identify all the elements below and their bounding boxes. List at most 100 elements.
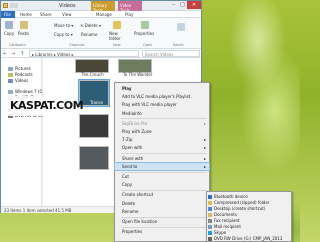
menu-item-label: Play with Zune bbox=[122, 129, 152, 134]
copy-to-button[interactable]: Copy to ▾ bbox=[54, 32, 73, 37]
video-thumbnail[interactable] bbox=[79, 114, 109, 138]
tab-file[interactable]: File bbox=[1, 11, 15, 18]
back-arrow-icon[interactable]: ← bbox=[3, 51, 7, 57]
menu-item-label: Fax recipient bbox=[214, 217, 240, 223]
search-input[interactable]: Search Videos bbox=[142, 50, 200, 57]
submenu-arrow-icon: ▸ bbox=[203, 120, 206, 126]
context-menu-item[interactable]: Open file location bbox=[115, 218, 209, 226]
sidebar-item-label: Podcasts bbox=[15, 72, 33, 77]
tab-view[interactable]: View bbox=[62, 12, 72, 17]
maximize-button[interactable]: □ bbox=[178, 1, 187, 9]
submenu-arrow-icon: ▸ bbox=[203, 155, 206, 161]
menu-item-label: Bluetooth device bbox=[214, 193, 248, 199]
window-controls: – □ ✕ bbox=[169, 1, 201, 9]
menu-item-label: Send to bbox=[122, 163, 138, 169]
send-to-target-icon bbox=[208, 200, 212, 205]
context-menu-item[interactable]: Send to ▸ bbox=[114, 161, 210, 172]
context-menu-item[interactable]: Add to VLC media player's Playlist bbox=[115, 93, 209, 101]
menu-item-label: Open with bbox=[122, 145, 143, 151]
navigation-pane: PicturesPodcastsVideosWindows 7 (C:)RecM… bbox=[1, 58, 60, 206]
tab-share[interactable]: Share bbox=[40, 12, 52, 17]
rename-button[interactable]: Rename bbox=[81, 32, 97, 37]
menu-item-label: Desktop (create shortcut) bbox=[214, 205, 266, 211]
paste-button[interactable]: Paste bbox=[18, 31, 29, 36]
send-to-item[interactable]: Fax recipient bbox=[207, 218, 291, 224]
quick-access-toolbar[interactable] bbox=[10, 3, 18, 8]
drive-folder-icon bbox=[8, 79, 13, 83]
sidebar-item[interactable]: Windows 7 (C:) bbox=[8, 89, 45, 94]
context-menu-item[interactable]: Play with VLC media player bbox=[115, 101, 209, 109]
menu-item-label: 7-Zip bbox=[122, 137, 133, 143]
copy-button[interactable]: Copy bbox=[4, 31, 14, 36]
submenu-arrow-icon: ▸ bbox=[203, 163, 206, 169]
video-thumbnail[interactable] bbox=[79, 146, 109, 170]
menu-item-label: Documents bbox=[214, 211, 237, 217]
menu-item-label: Properties bbox=[122, 229, 143, 235]
menu-item-label: Open file location bbox=[122, 219, 158, 224]
file-name-selected[interactable]: Trance bbox=[90, 100, 103, 105]
menu-item-label: Delete bbox=[122, 200, 136, 206]
send-to-item[interactable]: Compressed (zipped) folder bbox=[207, 200, 291, 206]
library-tools-tab[interactable]: Library Tools bbox=[91, 1, 115, 13]
menu-item-label: Mail recipient bbox=[214, 224, 241, 229]
menu-item-label: Skype bbox=[214, 230, 227, 236]
video-thumbnail[interactable] bbox=[118, 59, 152, 73]
context-menu-item[interactable]: Copy bbox=[115, 181, 209, 189]
send-to-item[interactable]: Bluetooth device bbox=[207, 194, 291, 200]
new-folder-button[interactable]: New folder bbox=[109, 31, 127, 41]
send-to-item[interactable]: Documents bbox=[207, 212, 291, 218]
menu-item-label: Play bbox=[122, 86, 132, 91]
tab-play[interactable]: Play bbox=[125, 12, 133, 17]
organize-group-label: Organize bbox=[69, 43, 85, 47]
up-arrow-icon[interactable]: ↑ bbox=[20, 51, 24, 57]
kaspat-watermark: KASPAT.COM bbox=[10, 99, 84, 112]
tab-home[interactable]: Home bbox=[20, 12, 32, 17]
context-menu-item[interactable]: Share with ▸ bbox=[115, 155, 209, 163]
drive-folder-icon bbox=[8, 73, 13, 77]
context-menu-item[interactable]: Properties bbox=[115, 228, 209, 236]
context-menu-item[interactable]: Cut bbox=[115, 173, 209, 181]
tab-manage[interactable]: Manage bbox=[96, 12, 112, 17]
send-to-item[interactable]: Desktop (create shortcut) bbox=[207, 206, 291, 212]
video-tools-tab[interactable]: Video Tools bbox=[118, 1, 142, 13]
forward-arrow-icon[interactable]: → bbox=[11, 51, 15, 57]
context-menu-item[interactable]: 7-Zip ▸ bbox=[115, 136, 209, 144]
paste-icon bbox=[20, 21, 28, 29]
context-menu-item[interactable]: SkyDrive Pro ▸ bbox=[115, 120, 209, 128]
context-menu-item[interactable]: Delete bbox=[115, 200, 209, 208]
context-menu-item[interactable]: Rename bbox=[115, 208, 209, 216]
file-name[interactable]: To The Wonder bbox=[123, 72, 153, 77]
send-to-item[interactable]: Mail recipient bbox=[207, 224, 291, 230]
close-button[interactable]: ✕ bbox=[187, 1, 201, 9]
context-menu-item[interactable]: Open with ▸ bbox=[115, 144, 209, 152]
ribbon: Copy Paste Clipboard Move to ▾ ✕ Delete … bbox=[1, 18, 201, 49]
minimize-button[interactable]: – bbox=[169, 1, 178, 9]
properties-button[interactable]: Properties bbox=[134, 31, 154, 36]
drive-folder-icon bbox=[8, 90, 13, 94]
new-group-label: New bbox=[113, 43, 121, 47]
file-name[interactable]: The Crouch bbox=[81, 72, 104, 77]
delete-button[interactable]: ✕ Delete ▾ bbox=[80, 23, 101, 28]
send-to-target-icon bbox=[208, 225, 212, 229]
context-menu-item[interactable]: MediaInfo bbox=[115, 110, 209, 118]
sidebar-item-label: Videos bbox=[15, 78, 29, 83]
context-menu-item[interactable]: Create shortcut bbox=[115, 191, 209, 199]
breadcrumb[interactable]: ▸ Libraries ▸ Videos ▸ bbox=[29, 50, 139, 57]
menu-item-label: MediaInfo bbox=[122, 110, 142, 116]
send-to-target-icon bbox=[208, 212, 212, 217]
sidebar-item[interactable]: Videos bbox=[8, 78, 28, 83]
video-thumbnail[interactable] bbox=[75, 59, 109, 73]
context-menu-item[interactable]: Play with Zune bbox=[115, 128, 209, 136]
menu-item-label: Copy bbox=[122, 182, 133, 188]
send-to-target-icon bbox=[208, 218, 212, 223]
sidebar-item[interactable]: Pictures bbox=[8, 66, 31, 71]
move-to-button[interactable]: Move to ▾ bbox=[54, 23, 73, 28]
sidebar-item[interactable]: Podcasts bbox=[8, 72, 33, 77]
menu-item-label: Create shortcut bbox=[122, 192, 154, 198]
window-title: Videos bbox=[59, 3, 76, 9]
send-to-item[interactable]: DVD RW Drive (G:) CMP_JAN_2013 bbox=[207, 236, 291, 242]
select-icon[interactable] bbox=[177, 23, 185, 31]
context-menu-item[interactable]: Play bbox=[115, 85, 209, 93]
address-bar-row: ← → ↑ ▸ Libraries ▸ Videos ▸ Search Vide… bbox=[1, 49, 201, 58]
send-to-item[interactable]: Skype bbox=[207, 230, 291, 236]
